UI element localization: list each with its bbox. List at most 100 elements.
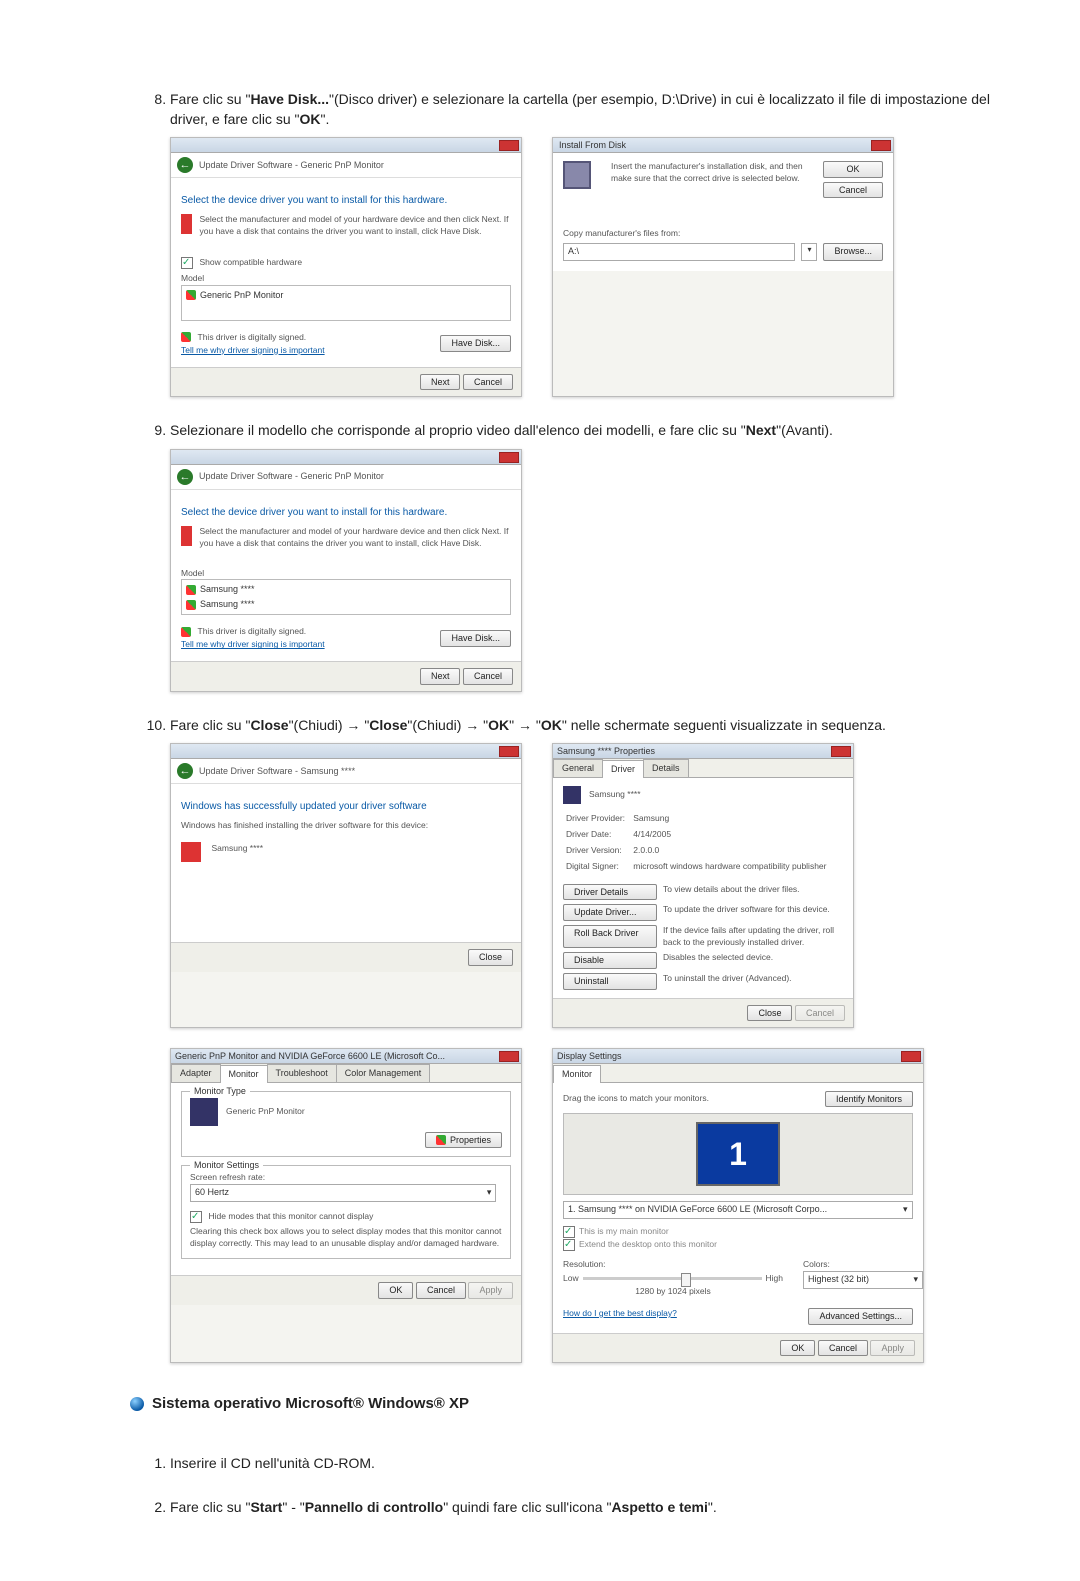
driver-details-button[interactable]: Driver Details [563, 884, 657, 901]
compat-label: Show compatible hardware [200, 257, 303, 267]
advanced-button[interactable]: Advanced Settings... [808, 1308, 913, 1325]
close-icon[interactable] [901, 1051, 921, 1062]
refresh-select[interactable]: 60 Hertz▾ [190, 1184, 496, 1202]
apply-button: Apply [468, 1282, 513, 1299]
titlebar [171, 744, 521, 759]
help-link[interactable]: How do I get the best display? [563, 1308, 677, 1325]
ok-button[interactable]: OK [378, 1282, 413, 1299]
chevron-down-icon: ▾ [487, 1186, 492, 1200]
back-arrow-icon[interactable]: ← [177, 157, 193, 173]
tab-driver[interactable]: Driver [602, 760, 644, 778]
apply-button: Apply [870, 1340, 915, 1357]
shield-icon [181, 627, 191, 637]
uninstall-button[interactable]: Uninstall [563, 973, 657, 990]
cancel-button: Cancel [795, 1005, 845, 1022]
path-input[interactable]: A:\ [563, 243, 795, 261]
titlebar: Install From Disk [553, 138, 893, 153]
dropdown-icon[interactable]: ▾ [801, 243, 817, 261]
tab-details[interactable]: Details [643, 759, 689, 777]
next-button[interactable]: Next [420, 668, 461, 685]
breadcrumb: ← Update Driver Software - Generic PnP M… [171, 465, 521, 490]
driver-icon [181, 842, 201, 862]
monitor-select[interactable]: 1. Samsung **** on NVIDIA GeForce 6600 L… [563, 1201, 913, 1219]
monitor-icon [563, 786, 581, 804]
titlebar: Samsung **** Properties [553, 744, 853, 759]
titlebar: Generic PnP Monitor and NVIDIA GeForce 6… [171, 1049, 521, 1064]
bullet-icon [130, 1397, 144, 1411]
disable-button[interactable]: Disable [563, 952, 657, 969]
xp-step-2: Fare clic su "Start" - "Pannello di cont… [170, 1498, 1010, 1518]
titlebar [171, 450, 521, 465]
compat-checkbox[interactable] [181, 257, 193, 269]
close-button[interactable]: Close [468, 949, 513, 966]
tab-monitor[interactable]: Monitor [220, 1065, 268, 1083]
heading: Windows has successfully updated your dr… [181, 800, 511, 814]
next-button[interactable]: Next [420, 374, 461, 391]
document-page: Fare clic su "Have Disk..."(Disco driver… [0, 0, 1080, 1581]
close-icon[interactable] [499, 140, 519, 151]
model-list[interactable]: Generic PnP Monitor [181, 285, 511, 321]
breadcrumb: ← Update Driver Software - Samsung **** [171, 759, 521, 784]
shield-icon [181, 332, 191, 342]
back-arrow-icon[interactable]: ← [177, 763, 193, 779]
step8-ok: OK [299, 111, 320, 127]
tab-adapter[interactable]: Adapter [171, 1064, 221, 1082]
tab-color[interactable]: Color Management [336, 1064, 431, 1082]
cancel-button[interactable]: Cancel [823, 182, 883, 199]
close-icon[interactable] [499, 1051, 519, 1062]
resolution-slider[interactable] [583, 1277, 762, 1280]
step-8: Fare clic su "Have Disk..."(Disco driver… [170, 90, 1010, 397]
chevron-down-icon: ▾ [903, 1203, 908, 1217]
list-item: Samsung **** [184, 582, 508, 597]
close-button[interactable]: Close [747, 1005, 792, 1022]
extend-checkbox[interactable] [563, 1239, 575, 1251]
crumb-text: Update Driver Software - Generic PnP Mon… [199, 159, 384, 172]
update-driver-button[interactable]: Update Driver... [563, 904, 657, 921]
dialog-update-driver-a: ← Update Driver Software - Generic PnP M… [170, 137, 522, 397]
monitor-1-thumb[interactable]: 1 [696, 1122, 780, 1186]
shield-icon [186, 290, 196, 300]
monitor-icon [190, 1098, 218, 1126]
signing-link[interactable]: Tell me why driver signing is important [181, 639, 325, 649]
model-label: Model [181, 273, 511, 285]
monitor-arrangement[interactable]: 1 [563, 1113, 913, 1195]
signed-text: This driver is digitally signed. [198, 332, 307, 342]
close-icon[interactable] [499, 452, 519, 463]
ok-button[interactable]: OK [780, 1340, 815, 1357]
identify-button[interactable]: Identify Monitors [825, 1091, 913, 1108]
cancel-button[interactable]: Cancel [416, 1282, 466, 1299]
close-icon[interactable] [871, 140, 891, 151]
rollback-button[interactable]: Roll Back Driver [563, 925, 657, 949]
ok-button[interactable]: OK [823, 161, 883, 178]
have-disk-button[interactable]: Have Disk... [440, 630, 511, 647]
close-icon[interactable] [499, 746, 519, 757]
cancel-button[interactable]: Cancel [463, 668, 513, 685]
shield-icon [186, 600, 196, 610]
dialog-update-success: ← Update Driver Software - Samsung **** … [170, 743, 522, 1028]
step-9: Selezionare il modello che corrisponde a… [170, 421, 1010, 692]
signing-link[interactable]: Tell me why driver signing is important [181, 345, 325, 355]
cancel-button[interactable]: Cancel [463, 374, 513, 391]
hide-modes-checkbox[interactable] [190, 1211, 202, 1223]
floppy-icon [563, 161, 591, 189]
close-icon[interactable] [831, 746, 851, 757]
tab-troubleshoot[interactable]: Troubleshoot [267, 1064, 337, 1082]
titlebar: Display Settings [553, 1049, 923, 1064]
tab-monitor[interactable]: Monitor [553, 1065, 601, 1083]
model-list[interactable]: Samsung **** Samsung **** [181, 579, 511, 615]
properties-button[interactable]: Properties [425, 1132, 502, 1149]
have-disk-button[interactable]: Have Disk... [440, 335, 511, 352]
instr-text: Insert the manufacturer's installation d… [611, 161, 813, 185]
back-arrow-icon[interactable]: ← [177, 469, 193, 485]
dialog-driver-properties: Samsung **** Properties General Driver D… [552, 743, 854, 1028]
shield-icon [186, 585, 196, 595]
dialog-monitor-settings: Generic PnP Monitor and NVIDIA GeForce 6… [170, 1048, 522, 1363]
cancel-button[interactable]: Cancel [818, 1340, 868, 1357]
heading: Select the device driver you want to ins… [181, 194, 511, 208]
colors-select[interactable]: Highest (32 bit)▾ [803, 1271, 923, 1289]
list-item: Samsung **** [184, 597, 508, 612]
tab-general[interactable]: General [553, 759, 603, 777]
browse-button[interactable]: Browse... [823, 243, 883, 261]
step8-text-before: Fare clic su " [170, 91, 250, 107]
main-monitor-checkbox[interactable] [563, 1226, 575, 1238]
